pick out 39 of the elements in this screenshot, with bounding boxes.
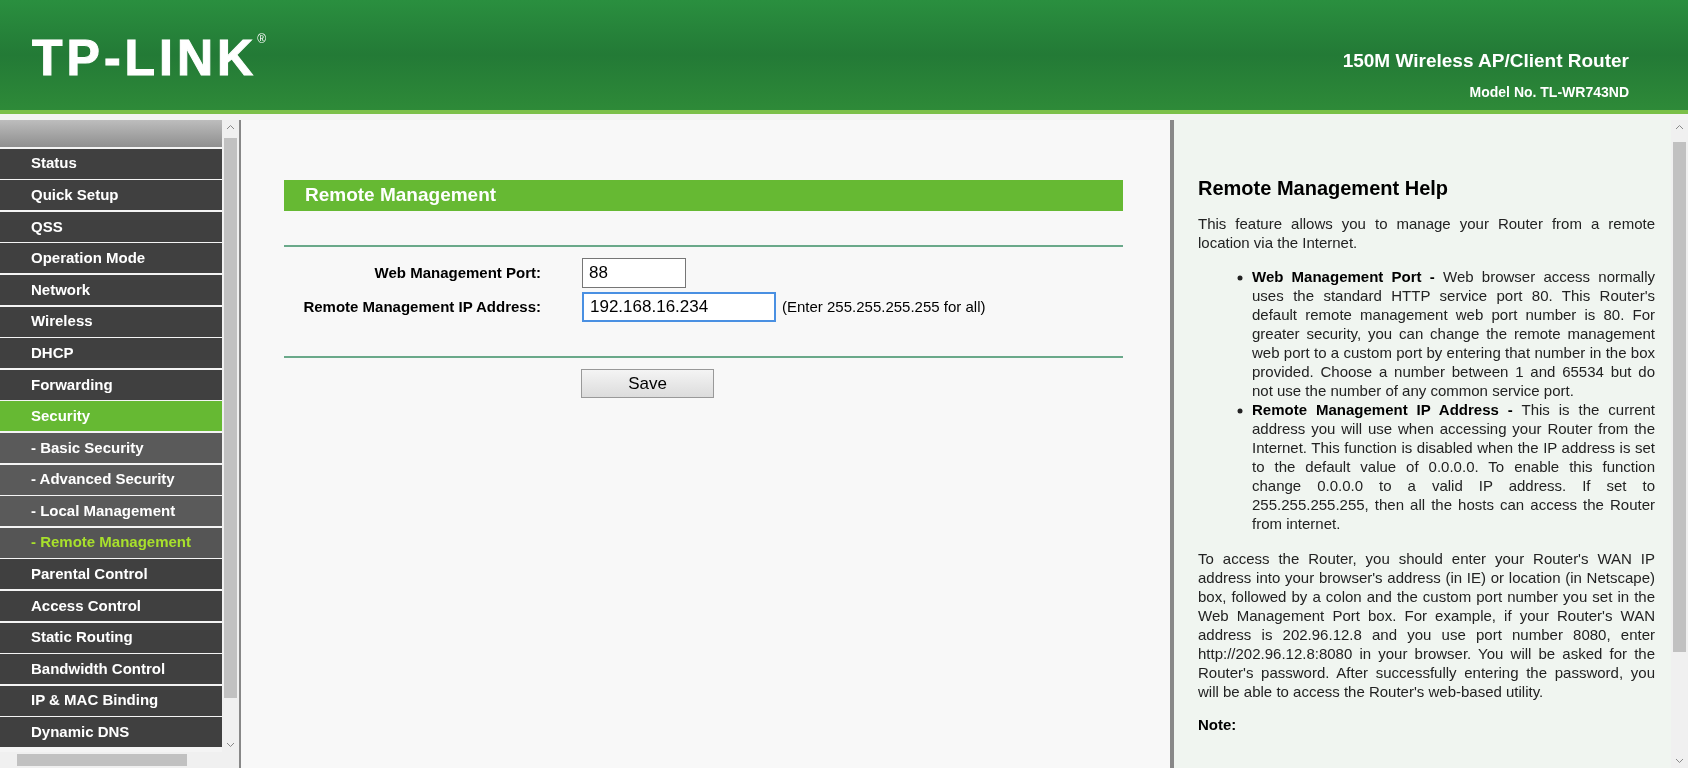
- sidebar-item[interactable]: Network: [0, 274, 222, 305]
- input-field[interactable]: 88: [582, 258, 686, 288]
- bullet-icon: [1237, 408, 1243, 414]
- help-paragraph: To access the Router, you should enter your Router's WAN IP address into your browser's address (in IE) or location (in Netscape) box, followed by a colon and the custom port number you set in the Web Management Port box. For example, if your Router's WAN address is 202.96.12.8 and you use port number 8080, enter http://202.96.12.8:8080 in your browser. You will be asked for the Router's password. After successfully entering the password, you will be able to access the Router's web-based utility.: [1198, 549, 1655, 701]
- sidebar-item[interactable]: Static Routing: [0, 622, 222, 653]
- sidebar-item[interactable]: Operation Mode: [0, 243, 222, 274]
- model-number: Model No. TL-WR743ND: [1469, 82, 1629, 102]
- sidebar-item[interactable]: Bandwidth Control: [0, 654, 222, 685]
- sidebar-item[interactable]: IP & MAC Binding: [0, 685, 222, 716]
- field-label: Remote Management IP Address:: [302, 296, 542, 317]
- sidebar-item[interactable]: Quick Setup: [0, 180, 222, 211]
- sidebar-item[interactable]: Access Control: [0, 590, 222, 621]
- sidebar-item[interactable]: - Advanced Security: [0, 464, 222, 495]
- sidebar-item[interactable]: DHCP: [0, 338, 222, 369]
- bullet-icon: [1237, 275, 1243, 281]
- save-button[interactable]: Save: [581, 369, 714, 398]
- section-title-bar: Remote Management: [284, 180, 1123, 211]
- product-name: 150M Wireless AP/Client Router: [1342, 49, 1629, 74]
- field-hint: (Enter 255.255.255.255 for all): [782, 296, 986, 317]
- sidebar-item[interactable]: Status: [0, 148, 222, 179]
- scrollbar[interactable]: [1671, 120, 1688, 768]
- sidebar-item[interactable]: - Basic Security: [0, 432, 222, 463]
- sidebar-item[interactable]: - Remote Management: [0, 527, 222, 558]
- sidebar-item[interactable]: Parental Control: [0, 559, 222, 590]
- scrollbar[interactable]: [222, 120, 239, 752]
- sidebar-item[interactable]: Forwarding: [0, 369, 222, 400]
- input-field[interactable]: 192.168.16.234: [582, 292, 776, 322]
- help-bullet-text: Remote Management IP Address - This is the current address you will use when accessing your Router from the Internet. This function is disabled when the IP address is set to the default value of 0.0.0.0. To enable this function change 0.0.0.0 to a valid IP address. If set to 255.255.255.255, then all the hosts can access the Router from internet.: [1252, 400, 1655, 533]
- sidebar-item[interactable]: - Local Management: [0, 496, 222, 527]
- note-heading: Note:: [1198, 715, 1238, 734]
- logo: TP-LINK®: [32, 33, 267, 83]
- sidebar-item[interactable]: Wireless: [0, 306, 222, 337]
- scrollbar[interactable]: [0, 752, 239, 768]
- sidebar-item[interactable]: QSS: [0, 211, 222, 242]
- help-title: Remote Management Help: [1198, 176, 1450, 200]
- sidebar-item[interactable]: Dynamic DNS: [0, 717, 222, 748]
- field-label: Web Management Port:: [373, 262, 542, 283]
- help-paragraph: This feature allows you to manage your Router from a remote location via the Internet.: [1198, 214, 1655, 252]
- help-bullet-text: Web Management Port - Web browser access normally uses the standard HTTP service port 80. This Router's default remote management web port number is 80. For greater security, you can change the remote management web port to a custom port by entering that number in the box provided. Choose a number between 1 and 65534 but do not use the number of any common service port.: [1252, 267, 1655, 400]
